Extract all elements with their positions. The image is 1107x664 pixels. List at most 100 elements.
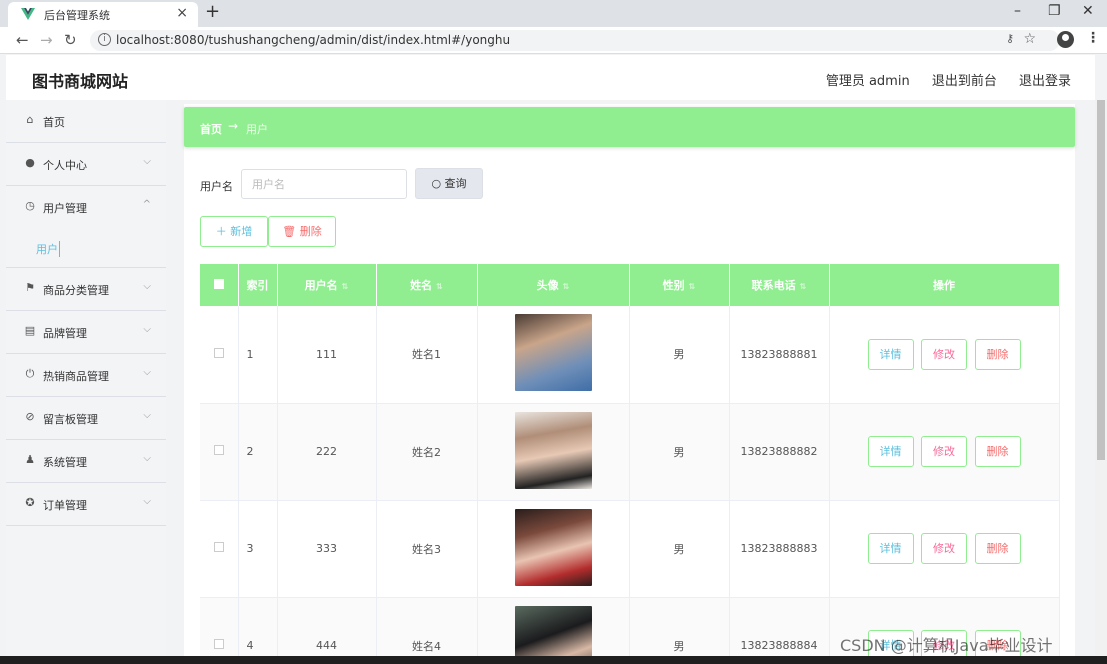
person-icon: ♟ bbox=[25, 453, 35, 466]
page-scrollbar[interactable] bbox=[1095, 100, 1107, 655]
sidebar-item-label: 留言板管理 bbox=[43, 413, 98, 426]
app-header: 图书商城网站 管理员 admin 退出到前台 退出登录 bbox=[6, 55, 1095, 100]
new-tab-icon[interactable]: + bbox=[205, 1, 220, 22]
sidebar-item-hot[interactable]: ⏻ 热销商品管理 ⌵ bbox=[6, 354, 166, 397]
cell-phone: 13823888884 bbox=[729, 597, 830, 664]
breadcrumb-arrow-icon: → bbox=[228, 119, 239, 133]
window-close-icon[interactable]: ✕ bbox=[1082, 3, 1094, 19]
exit-to-front-link[interactable]: 退出到前台 bbox=[932, 74, 997, 89]
col-header-name[interactable]: 姓名 ⇅ bbox=[376, 264, 478, 306]
main-panel: 首页 → 用户 用户名 ○ 查询 ＋ 新增 🗑 删除 索引 用户名⇅ 姓名⇅ 头… bbox=[184, 104, 1075, 664]
detail-button[interactable]: 详情 bbox=[867, 338, 914, 370]
search-input[interactable] bbox=[241, 169, 407, 199]
detail-button[interactable]: 详情 bbox=[867, 533, 914, 564]
power-icon: ⏻ bbox=[25, 367, 35, 380]
chevron-down-icon: ⌵ bbox=[143, 324, 151, 335]
cell-username: 333 bbox=[277, 500, 377, 598]
breadcrumb-home[interactable]: 首页 bbox=[200, 121, 222, 137]
edit-button[interactable]: 修改 bbox=[921, 533, 967, 564]
cell-avatar bbox=[477, 403, 630, 501]
sidebar-item-orders[interactable]: ✪ 订单管理 ⌵ bbox=[6, 483, 166, 526]
col-header-label: 性别 bbox=[662, 279, 685, 292]
browser-tab[interactable]: 后台管理系统 × bbox=[8, 2, 198, 27]
avatar-photo[interactable] bbox=[514, 314, 592, 392]
select-all-checkbox[interactable] bbox=[200, 264, 239, 306]
bookmark-star-icon[interactable]: ☆ bbox=[1023, 31, 1036, 47]
cell-phone: 13823888882 bbox=[729, 403, 830, 501]
browser-menu-icon[interactable]: ⋮ bbox=[1086, 30, 1100, 46]
document-icon: ▤ bbox=[24, 324, 36, 337]
row-checkbox[interactable] bbox=[200, 500, 239, 598]
sidebar-item-category[interactable]: ⚑ 商品分类管理 ⌵ bbox=[6, 268, 166, 311]
site-title: 图书商城网站 bbox=[32, 72, 129, 91]
cell-avatar bbox=[477, 597, 630, 664]
search-icon: ○ bbox=[431, 177, 442, 190]
delete-button[interactable]: 删除 bbox=[974, 338, 1021, 370]
sidebar-item-message[interactable]: ⊘ 留言板管理 ⌵ bbox=[6, 397, 166, 440]
sidebar-item-system[interactable]: ♟ 系统管理 ⌵ bbox=[6, 440, 166, 483]
url-field[interactable]: i localhost:8080/tushushangcheng/admin/d… bbox=[90, 30, 1060, 51]
minimize-icon[interactable]: – bbox=[1014, 3, 1021, 19]
col-header-actions: 操作 bbox=[829, 264, 1060, 306]
chevron-down-icon: ⌵ bbox=[143, 453, 151, 464]
scroll-thumb[interactable] bbox=[1097, 100, 1105, 460]
restore-icon[interactable]: ❐ bbox=[1048, 3, 1061, 19]
add-button[interactable]: ＋ 新增 bbox=[200, 216, 268, 247]
user-table: 索引 用户名 ⇅ 姓名 ⇅ 头像 ⇅ 性别 ⇅ 联系电话 ⇅ 操作 1 111 姓名1 男… bbox=[200, 264, 1060, 664]
delete-button[interactable]: 删除 bbox=[974, 533, 1021, 564]
chevron-down-icon: ⌵ bbox=[143, 410, 151, 421]
chevron-down-icon: ⌵ bbox=[143, 367, 151, 378]
col-header-gender[interactable]: 性别 ⇅ bbox=[629, 264, 730, 306]
col-header-avatar[interactable]: 头像 ⇅ bbox=[477, 264, 630, 306]
search-label: 用户名 bbox=[200, 180, 233, 193]
sidebar-subitem-user[interactable]: 用户 bbox=[6, 230, 166, 268]
query-button[interactable]: ○ 查询 bbox=[415, 168, 483, 199]
sidebar-item-label: 品牌管理 bbox=[43, 327, 87, 340]
avatar-photo[interactable] bbox=[514, 508, 592, 586]
sort-icon[interactable]: ⇅ bbox=[563, 282, 570, 291]
sort-icon[interactable]: ⇅ bbox=[342, 282, 349, 291]
sort-icon[interactable]: ⇅ bbox=[436, 282, 443, 291]
delete-button[interactable]: 删除 bbox=[974, 436, 1021, 467]
cell-actions: 详情 修改 删除 bbox=[829, 500, 1060, 598]
sort-icon[interactable]: ⇅ bbox=[689, 282, 696, 291]
col-header-username[interactable]: 用户名 ⇅ bbox=[277, 264, 377, 306]
sidebar-item-brand[interactable]: ▤ 品牌管理 ⌵ bbox=[6, 311, 166, 354]
col-header-label: 联系电话 bbox=[751, 279, 796, 292]
row-checkbox[interactable] bbox=[200, 597, 239, 664]
trash-icon: 🗑 bbox=[282, 225, 297, 238]
info-icon[interactable]: i bbox=[98, 33, 111, 46]
row-checkbox[interactable] bbox=[200, 306, 239, 404]
col-header-phone[interactable]: 联系电话 ⇅ bbox=[729, 264, 830, 306]
cell-actions: 详情 修改 删除 bbox=[829, 306, 1060, 404]
breadcrumb-current: 用户 bbox=[246, 123, 268, 136]
sidebar-item-label: 订单管理 bbox=[43, 499, 87, 512]
watermark-text: CSDN @计算机Java毕业设计 bbox=[840, 636, 1053, 655]
profile-avatar-icon[interactable] bbox=[1057, 31, 1074, 48]
tab-close-icon[interactable]: × bbox=[176, 5, 188, 21]
user-icon: ● bbox=[25, 156, 35, 169]
edit-button[interactable]: 修改 bbox=[921, 436, 967, 467]
cell-phone: 13823888881 bbox=[729, 306, 830, 404]
back-icon[interactable]: ← bbox=[16, 31, 29, 49]
sidebar-item-personal[interactable]: ● 个人中心 ⌵ bbox=[6, 143, 166, 186]
col-header-index: 索引 bbox=[238, 264, 278, 306]
reload-icon[interactable]: ↻ bbox=[64, 31, 77, 49]
key-icon[interactable]: ⚷ bbox=[1006, 32, 1014, 45]
cell-index: 4 bbox=[238, 597, 278, 664]
detail-button[interactable]: 详情 bbox=[867, 436, 914, 467]
sidebar-item-users[interactable]: ◷ 用户管理 ^ bbox=[6, 186, 166, 229]
cell-avatar bbox=[477, 306, 630, 404]
sidebar-item-home[interactable]: ⌂ 首页 bbox=[6, 100, 166, 143]
vue-logo-icon bbox=[21, 8, 35, 20]
sort-icon[interactable]: ⇅ bbox=[800, 282, 807, 291]
edit-button[interactable]: 修改 bbox=[921, 338, 967, 370]
row-checkbox[interactable] bbox=[200, 403, 239, 501]
batch-delete-button[interactable]: 🗑 删除 bbox=[268, 216, 336, 247]
address-bar: ← → ↻ i localhost:8080/tushushangcheng/a… bbox=[0, 27, 1107, 54]
forward-icon[interactable]: → bbox=[40, 31, 53, 49]
batch-delete-label: 删除 bbox=[299, 225, 322, 238]
avatar-photo[interactable] bbox=[514, 411, 592, 489]
cell-name: 姓名4 bbox=[376, 597, 478, 664]
logout-link[interactable]: 退出登录 bbox=[1019, 74, 1071, 89]
